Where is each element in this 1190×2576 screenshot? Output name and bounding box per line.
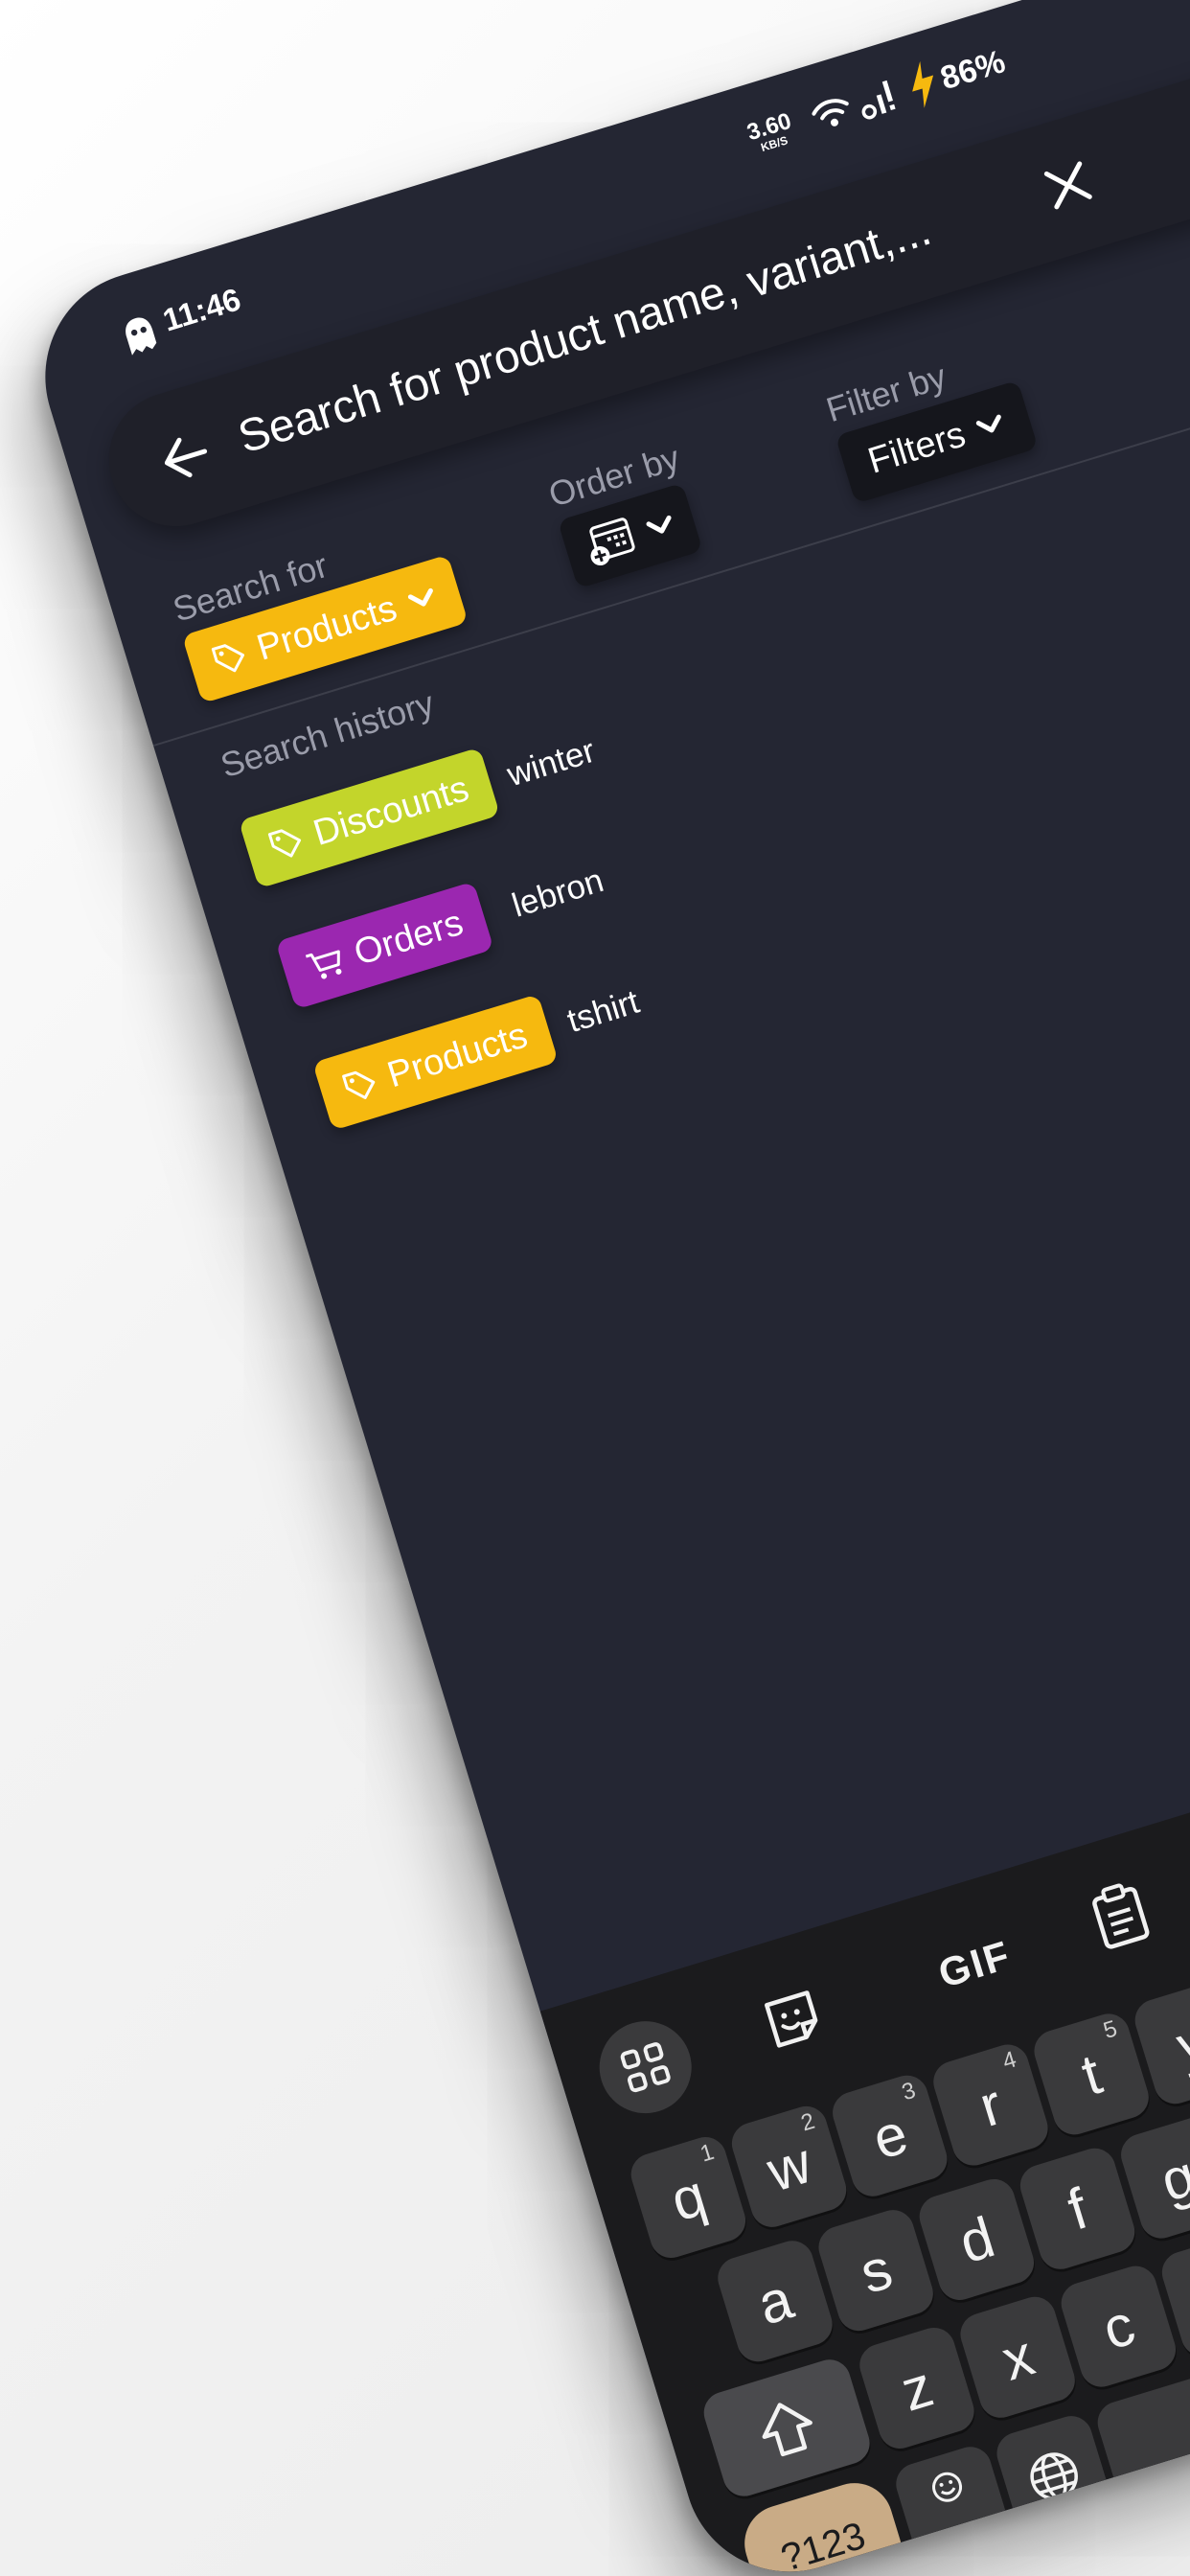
key-q[interactable]: q1 [626, 2131, 751, 2264]
key-z[interactable]: z [854, 2322, 980, 2454]
shift-arrow-icon [762, 2403, 812, 2457]
apps-grid-icon[interactable] [587, 2010, 703, 2126]
globe-icon [1030, 2452, 1078, 2500]
globe-key[interactable] [992, 2410, 1117, 2542]
history-type-chip-orders[interactable]: Orders [275, 881, 494, 1010]
signal-icon [861, 80, 896, 120]
calendar-add-icon [589, 518, 635, 566]
key-f[interactable]: f [1015, 2143, 1140, 2275]
chevron-down-icon [976, 414, 1002, 433]
clipboard-icon[interactable] [1086, 1877, 1156, 1953]
history-term[interactable]: tshirt [563, 983, 644, 1041]
ghost-icon [126, 317, 157, 356]
scene: 11:46 3.60 KB/S 86% Search for product n… [0, 0, 1190, 2576]
key-w[interactable]: w2 [726, 2101, 852, 2233]
chevron-down-icon [646, 515, 672, 534]
shift-key[interactable] [698, 2354, 876, 2502]
cart-icon [305, 950, 342, 979]
key-s[interactable]: s [813, 2204, 939, 2336]
sticker-icon[interactable] [757, 1983, 829, 2055]
key-r[interactable]: r4 [927, 2039, 1054, 2172]
battery-percent: 86% [936, 43, 1010, 98]
emoji-icon [931, 2472, 962, 2502]
history-term[interactable]: lebron [508, 862, 608, 926]
history-type-chip-products[interactable]: Products [312, 994, 559, 1131]
key-c[interactable]: c [1056, 2261, 1181, 2393]
tag-icon [267, 829, 302, 858]
history-term[interactable]: winter [503, 732, 600, 795]
clock: 11:46 [158, 281, 245, 338]
chevron-down-icon [407, 587, 433, 607]
back-arrow-icon[interactable] [156, 429, 215, 486]
gif-button[interactable]: GIF [933, 1932, 1017, 1997]
tag-icon [342, 1070, 376, 1099]
wifi-icon [812, 99, 849, 126]
key-a[interactable]: a [712, 2235, 838, 2367]
keyboard: GIF q1 w2 e3 r4 t5 y6 a s d f g z x c v … [539, 1619, 1190, 2576]
close-icon[interactable] [1040, 156, 1097, 214]
key-x[interactable]: x [955, 2291, 1081, 2424]
key-t[interactable]: t5 [1029, 2008, 1155, 2140]
network-speed: 3.60 KB/S [744, 107, 795, 155]
key-d[interactable]: d [914, 2174, 1040, 2306]
phone-screen: 11:46 3.60 KB/S 86% Search for product n… [19, 0, 1190, 2576]
key-e[interactable]: e3 [827, 2070, 952, 2202]
tag-icon [211, 644, 245, 673]
emoji-comma-key[interactable]: , [890, 2441, 1017, 2573]
